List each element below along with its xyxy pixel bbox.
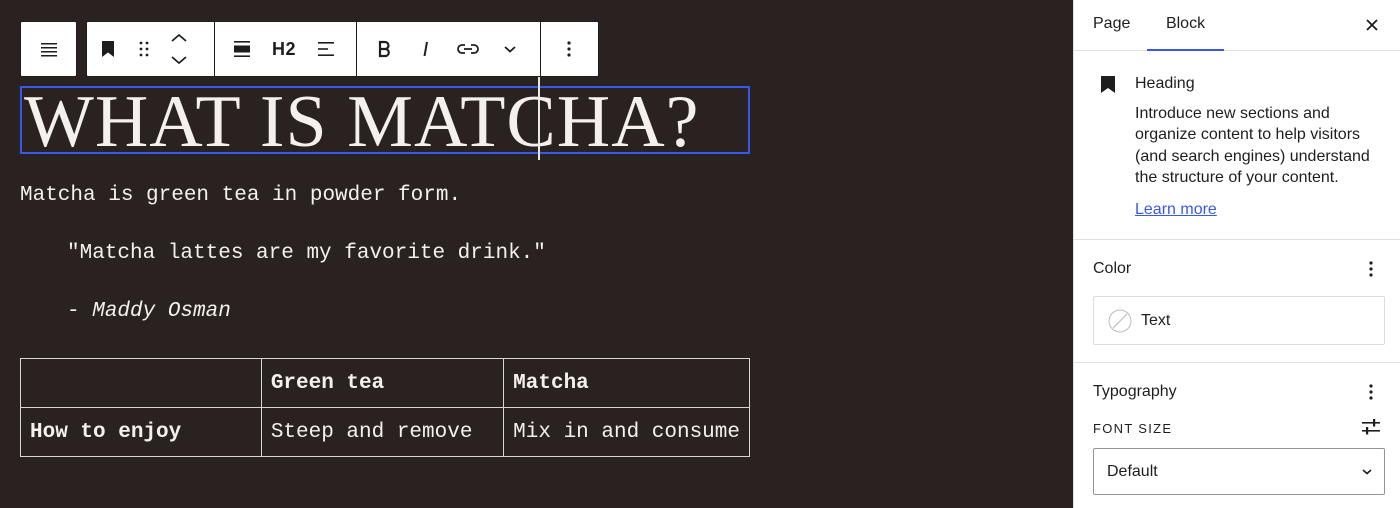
move-down-button[interactable] — [169, 49, 189, 71]
block-align-button[interactable] — [219, 26, 265, 72]
align-justify-icon — [41, 43, 57, 57]
sidebar-tabs: Page Block — [1074, 0, 1400, 51]
block-card-description: Introduce new sections and organize cont… — [1135, 105, 1370, 186]
more-chevron-icon — [504, 46, 516, 53]
table-cell[interactable]: Steep and remove — [260, 407, 505, 457]
citation-name: Maddy Osman — [92, 300, 231, 323]
block-card-title: Heading — [1135, 75, 1195, 92]
no-color-swatch-icon — [1108, 309, 1132, 333]
options-icon — [1369, 261, 1373, 277]
options-icon — [567, 41, 571, 57]
bookmark-icon — [1101, 76, 1115, 93]
link-icon — [457, 44, 479, 54]
block-options-button[interactable] — [547, 26, 591, 72]
table-cell[interactable]: Mix in and consume — [503, 407, 750, 457]
parent-block-toolbar — [20, 21, 77, 77]
table-cell[interactable]: How to enjoy — [20, 407, 262, 457]
table-header-cell[interactable]: Matcha — [503, 358, 750, 408]
color-options-button[interactable] — [1359, 257, 1383, 281]
options-icon — [1369, 384, 1373, 400]
block-card: Heading Introduce new sections and organ… — [1074, 52, 1400, 240]
text-color-label: Text — [1141, 312, 1171, 329]
heading-level-label: H2 — [271, 38, 296, 59]
table-header-cell[interactable]: Green tea — [260, 358, 505, 408]
paragraph-block[interactable]: Matcha is green tea in powder form. — [20, 184, 461, 207]
heading-level-button[interactable]: H2 — [265, 26, 303, 72]
typography-panel: Typography Font size Default — [1074, 364, 1400, 508]
font-size-select[interactable]: Default — [1093, 448, 1385, 495]
text-align-icon — [318, 42, 334, 56]
select-parent-button[interactable] — [26, 26, 72, 72]
move-up-icon — [171, 33, 187, 42]
close-sidebar-button[interactable] — [1358, 11, 1386, 39]
close-icon — [1366, 19, 1378, 31]
drag-handle[interactable] — [127, 26, 161, 72]
table-header-cell[interactable] — [20, 358, 262, 408]
block-type-button[interactable] — [89, 26, 127, 72]
color-panel-title: Color — [1093, 260, 1132, 277]
text-caret — [538, 77, 540, 160]
settings-sidebar: Page Block Heading Introduce new section… — [1073, 0, 1400, 508]
text-align-button[interactable] — [303, 26, 349, 72]
bold-button[interactable] — [363, 26, 405, 72]
toolbar-group-inline — [357, 22, 541, 76]
quote-citation[interactable]: - Maddy Osman — [67, 300, 231, 323]
chevron-down-icon — [1362, 469, 1372, 475]
custom-font-size-button[interactable] — [1359, 415, 1383, 439]
font-size-label: Font size — [1093, 421, 1173, 436]
typography-options-button[interactable] — [1359, 380, 1383, 404]
typography-panel-title: Typography — [1093, 383, 1177, 400]
bold-icon — [378, 40, 390, 58]
block-align-icon — [234, 41, 250, 57]
table-block[interactable]: Green tea Matcha How to enjoy Steep and … — [20, 358, 750, 457]
italic-icon — [423, 41, 428, 57]
bookmark-icon — [102, 41, 114, 57]
link-button[interactable] — [447, 26, 489, 72]
move-down-icon — [171, 56, 187, 65]
quote-text[interactable]: "Matcha lattes are my favorite drink." — [67, 242, 546, 265]
learn-more-link[interactable]: Learn more — [1135, 201, 1217, 219]
drag-handle-icon — [139, 41, 149, 57]
tab-page[interactable]: Page — [1093, 0, 1130, 51]
toolbar-group-options — [541, 22, 598, 76]
move-up-button[interactable] — [169, 27, 189, 49]
toolbar-group-block — [87, 22, 215, 76]
font-size-value: Default — [1107, 463, 1158, 480]
editor-canvas: H2 WHAT IS MATCHA? Matcha is green tea i… — [0, 0, 1073, 508]
sliders-icon — [1362, 419, 1380, 435]
tab-block[interactable]: Block — [1147, 0, 1224, 51]
color-panel: Color Text — [1074, 241, 1400, 363]
text-color-item[interactable]: Text — [1093, 296, 1385, 345]
table-row: How to enjoy Steep and remove Mix in and… — [20, 407, 750, 457]
heading-text[interactable]: WHAT IS MATCHA? — [24, 84, 700, 160]
italic-button[interactable] — [405, 26, 447, 72]
mover-controls — [161, 26, 197, 72]
heading-block[interactable]: WHAT IS MATCHA? — [20, 84, 750, 160]
citation-dash: - — [67, 300, 93, 323]
more-formats-button[interactable] — [489, 26, 531, 72]
table-header-row: Green tea Matcha — [20, 358, 750, 408]
toolbar-group-format: H2 — [215, 22, 357, 76]
block-toolbar: H2 — [86, 21, 599, 77]
